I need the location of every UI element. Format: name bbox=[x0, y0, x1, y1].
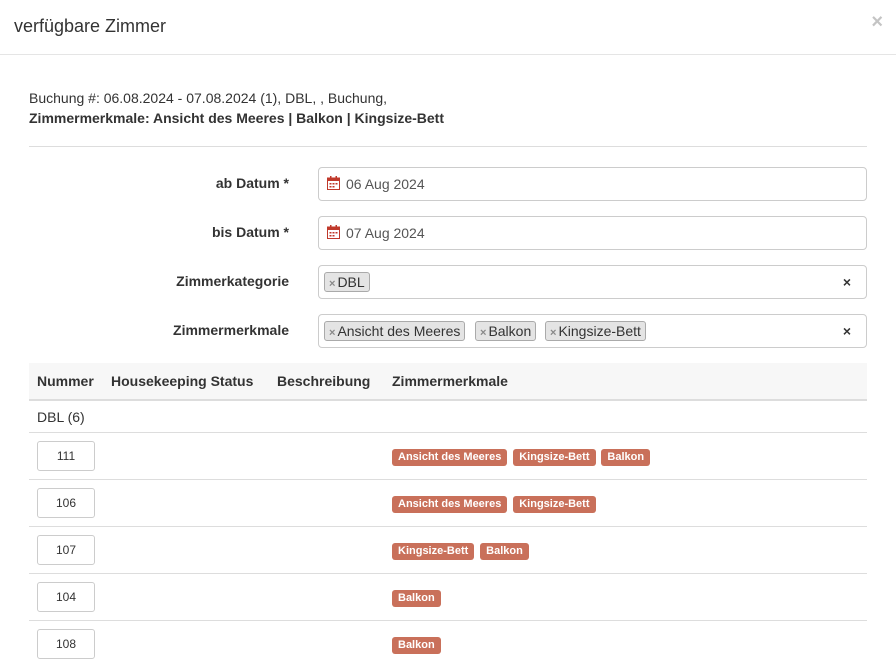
feature-badge: Kingsize-Bett bbox=[513, 448, 596, 466]
available-rooms-modal: verfügbare Zimmer × Buchung #: 06.08.202… bbox=[0, 0, 896, 666]
modal-title: verfügbare Zimmer bbox=[14, 16, 167, 36]
room-number-button[interactable]: 106 bbox=[37, 488, 95, 518]
feature-badge: Balkon bbox=[601, 448, 651, 466]
category-tag: × DBL bbox=[324, 272, 370, 292]
remove-tag-icon[interactable]: × bbox=[480, 327, 486, 339]
from-date-input[interactable] bbox=[346, 168, 846, 200]
room-number-button[interactable]: 104 bbox=[37, 582, 95, 612]
booking-room-features: Zimmermerkmale: Ansicht des Meeres | Bal… bbox=[29, 110, 444, 126]
table-row: 106 Ansicht des Meeres Kingsize-Bett bbox=[29, 479, 867, 527]
tag-label: Balkon bbox=[488, 323, 532, 339]
calendar-icon bbox=[327, 176, 340, 190]
table-header-row: Nummer Housekeeping Status Beschreibung … bbox=[29, 363, 867, 401]
remove-tag-icon[interactable]: × bbox=[329, 327, 335, 339]
booking-info: Buchung #: 06.08.2024 - 07.08.2024 (1), … bbox=[29, 88, 444, 128]
room-number-button[interactable]: 108 bbox=[37, 629, 95, 659]
room-features: Kingsize-Bett Balkon bbox=[384, 526, 867, 574]
remove-tag-icon[interactable]: × bbox=[329, 278, 335, 290]
table-row: 104 Balkon bbox=[29, 573, 867, 621]
feature-badge: Ansicht des Meeres bbox=[392, 448, 508, 466]
tag-label: Ansicht des Meeres bbox=[337, 323, 461, 339]
category-label: Zimmerkategorie bbox=[176, 273, 289, 289]
feature-badge: Balkon bbox=[392, 589, 441, 607]
column-header-description: Beschreibung bbox=[269, 363, 384, 401]
from-date-row: ab Datum * bbox=[29, 167, 867, 201]
to-date-label: bis Datum * bbox=[211, 224, 289, 240]
from-date-label: ab Datum * bbox=[215, 175, 289, 191]
close-icon[interactable]: × bbox=[871, 12, 883, 32]
category-select[interactable]: × DBL × bbox=[318, 265, 867, 299]
modal-header: verfügbare Zimmer × bbox=[0, 0, 896, 55]
column-header-housekeeping: Housekeeping Status bbox=[103, 363, 269, 401]
clear-icon[interactable]: × bbox=[843, 274, 851, 290]
features-row: Zimmermerkmale × Ansicht des Meeres × Balk… bbox=[29, 314, 867, 348]
feature-badge: Balkon bbox=[392, 636, 441, 654]
divider bbox=[29, 146, 867, 147]
tag-label: DBL bbox=[337, 274, 365, 290]
tag-label: Kingsize-Bett bbox=[558, 323, 641, 339]
table-row: 111 Ansicht des Meeres Kingsize-Bett Bal… bbox=[29, 432, 867, 480]
features-select[interactable]: × Ansicht des Meeres × Balkon × Kingsize-Be… bbox=[318, 314, 867, 348]
booking-summary: Buchung #: 06.08.2024 - 07.08.2024 (1), … bbox=[29, 90, 388, 106]
calendar-icon bbox=[327, 225, 340, 239]
to-date-input[interactable] bbox=[346, 217, 846, 249]
table-row: 107 Kingsize-Bett Balkon bbox=[29, 526, 867, 574]
feature-badge: Ansicht des Meeres bbox=[392, 495, 508, 513]
remove-tag-icon[interactable]: × bbox=[550, 327, 556, 339]
room-features: Ansicht des Meeres Kingsize-Bett bbox=[384, 479, 867, 527]
table-row: 108 Balkon bbox=[29, 620, 867, 666]
group-label: DBL (6) bbox=[29, 399, 867, 433]
room-features: Balkon bbox=[384, 573, 867, 621]
feature-badge: Kingsize-Bett bbox=[513, 495, 596, 513]
feature-tag: × Kingsize-Bett bbox=[545, 321, 646, 341]
feature-badge: Kingsize-Bett bbox=[392, 542, 475, 560]
clear-icon[interactable]: × bbox=[843, 323, 851, 339]
column-header-number: Nummer bbox=[29, 363, 103, 401]
to-date-field[interactable] bbox=[318, 216, 867, 250]
room-features: Ansicht des Meeres Kingsize-Bett Balkon bbox=[384, 432, 867, 480]
group-row: DBL (6) bbox=[29, 399, 867, 433]
category-row: Zimmerkategorie × DBL × bbox=[29, 265, 867, 299]
room-number-button[interactable]: 107 bbox=[37, 535, 95, 565]
features-label: Zimmermerkmale bbox=[173, 322, 289, 338]
from-date-field[interactable] bbox=[318, 167, 867, 201]
feature-badge: Balkon bbox=[480, 542, 529, 560]
room-features: Balkon bbox=[384, 620, 867, 666]
feature-tag: × Ansicht des Meeres bbox=[324, 321, 466, 341]
to-date-row: bis Datum * bbox=[29, 216, 867, 250]
feature-tag: × Balkon bbox=[475, 321, 537, 341]
rooms-table: Nummer Housekeeping Status Beschreibung … bbox=[29, 363, 867, 666]
column-header-features: Zimmermerkmale bbox=[384, 363, 867, 401]
room-number-button[interactable]: 111 bbox=[37, 441, 95, 471]
